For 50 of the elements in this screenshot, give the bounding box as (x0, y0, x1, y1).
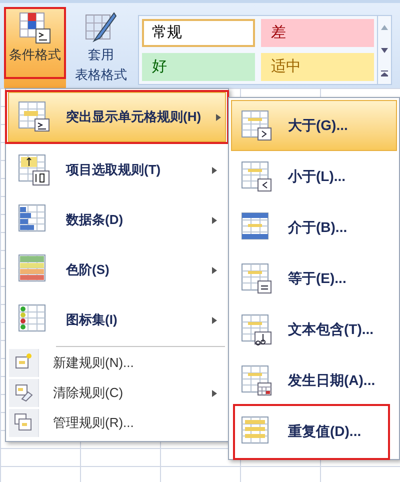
ribbon-button[interactable]: 套用 表格格式 (70, 7, 132, 89)
text-contains-icon (240, 312, 274, 346)
menu-item[interactable]: 项目选取规则(T) (8, 145, 226, 195)
menu-item[interactable]: 新建规则(N)... (8, 348, 226, 378)
submenu-item[interactable]: 大于(G)... (231, 100, 397, 151)
menu-label: 管理规则(R)... (53, 414, 135, 432)
calendar-icon (240, 364, 274, 398)
annotation-box (4, 7, 66, 79)
menu-label: 图标集(I) (66, 311, 118, 330)
eraser-icon (14, 383, 34, 403)
scroll-down-icon[interactable] (381, 48, 388, 53)
menu-label: 重复值(D)... (288, 422, 362, 441)
conditional-grid-icon (18, 11, 52, 45)
menu-label: 大于(G)... (288, 116, 348, 135)
menu-label: 发生日期(A)... (288, 371, 376, 390)
greater-than-icon (240, 108, 274, 142)
submenu-item[interactable]: 重复值(D)... (231, 406, 397, 457)
menu-label: 等于(E)... (288, 269, 346, 288)
ribbon-button[interactable]: 条件格式 (4, 7, 66, 89)
less-than-icon (240, 160, 274, 194)
menu-label: 色阶(S) (66, 261, 110, 280)
menu-label: 文本包含(T)... (288, 320, 374, 339)
equal-icon (240, 262, 274, 296)
highlight-rules-icon (17, 100, 51, 134)
submenu-item[interactable]: 文本包含(T)... (231, 304, 397, 355)
menu-item[interactable]: 色阶(S) (8, 245, 226, 295)
menu-label: 小于(L)... (288, 167, 346, 186)
menu-label: 清除规则(C) (53, 384, 124, 402)
cell-style-option[interactable]: 好 (142, 53, 255, 81)
menu-label: 数据条(D) (66, 211, 124, 230)
table-brush-icon (84, 11, 118, 45)
submenu-item[interactable]: 小于(L)... (231, 151, 397, 202)
menu-label: 新建规则(N)... (53, 354, 135, 372)
menu-item[interactable]: 数据条(D) (8, 195, 226, 245)
menu-label: 项目选取规则(T) (66, 161, 162, 180)
cell-style-option[interactable]: 适中 (261, 53, 374, 81)
menu-item[interactable]: 管理规则(R)... (8, 408, 226, 438)
manage-rules-icon (14, 413, 34, 433)
menu-item[interactable]: 突出显示单元格规则(H) (8, 92, 226, 142)
expand-gallery-icon[interactable] (381, 70, 388, 76)
menu-label: 介于(B)... (288, 218, 348, 237)
menu-item[interactable]: 清除规则(C) (8, 378, 226, 408)
submenu-item[interactable]: 发生日期(A)... (231, 355, 397, 406)
submenu-item[interactable]: 介于(B)... (231, 202, 397, 253)
submenu-item[interactable]: 等于(E)... (231, 253, 397, 304)
menu-label: 突出显示单元格规则(H) (66, 108, 202, 126)
top-ten-icon (17, 153, 51, 187)
menu-item[interactable]: 图标集(I) (8, 295, 226, 345)
cell-style-option[interactable]: 差 (261, 19, 374, 47)
cell-style-option[interactable]: 常规 (142, 19, 255, 47)
